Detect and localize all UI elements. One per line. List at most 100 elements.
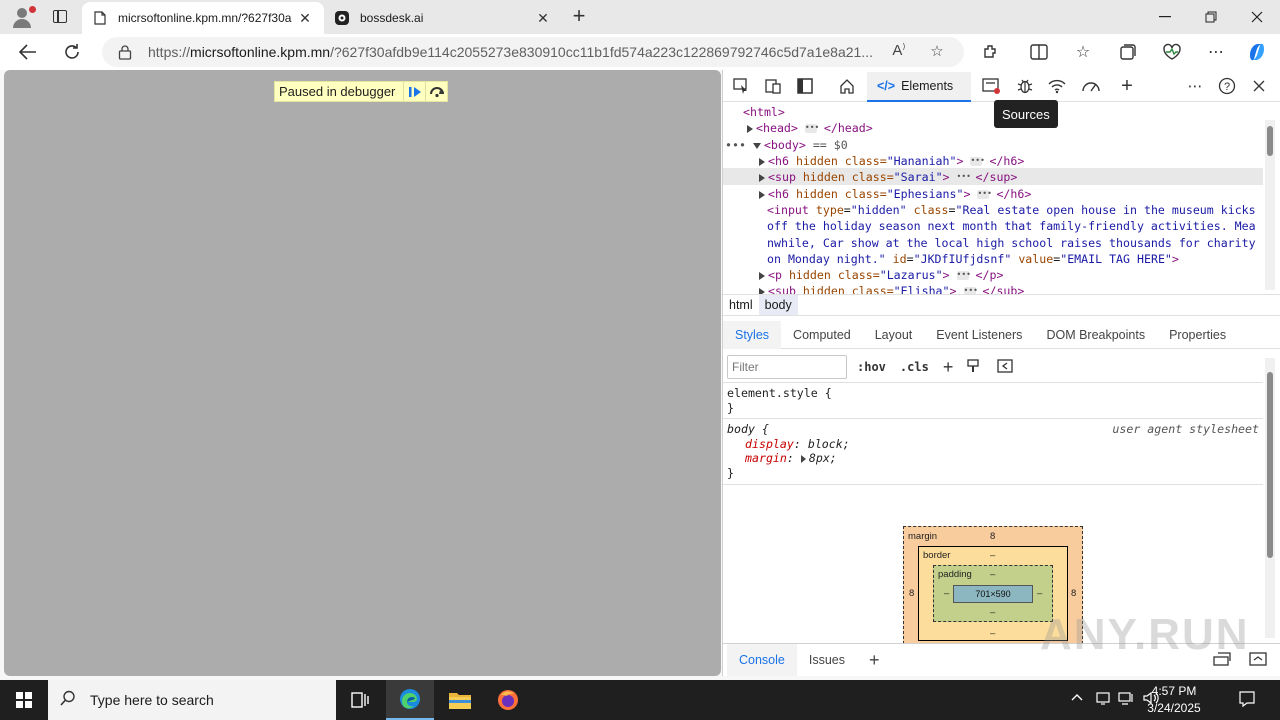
tab-styles[interactable]: Styles xyxy=(723,320,782,349)
search-icon xyxy=(60,690,76,711)
taskbar-search-input[interactable]: Type here to search xyxy=(48,680,336,720)
styles-filter-input[interactable]: Filter xyxy=(727,355,847,379)
ellipsis-icon[interactable]: ••• xyxy=(804,124,819,133)
expand-arrow-icon[interactable] xyxy=(747,124,753,133)
dom-tree[interactable]: <html> <head> ••• </head> ••• <body> == … xyxy=(723,104,1263,294)
favorites-icon[interactable]: ☆ xyxy=(1070,40,1096,64)
devtools-more-icon[interactable]: ⋯ xyxy=(1183,75,1207,97)
start-button[interactable] xyxy=(0,680,48,720)
dom-node[interactable]: <sub hidden class="Elisha"> ••• </sub> xyxy=(759,283,1024,294)
dom-node-html[interactable]: <html> xyxy=(743,104,785,120)
dom-node-input-cont: on Monday night." id="JKDfIUfjdsnf" valu… xyxy=(767,252,1179,266)
task-view-icon[interactable] xyxy=(336,680,384,720)
browser-tab[interactable]: bossdesk.ai ✕ xyxy=(324,2,562,34)
dom-node[interactable]: <h6 hidden class="Hananiah"> ••• </h6> xyxy=(759,153,1024,169)
box-model-padding[interactable]: padding – – – – 701×590 xyxy=(933,565,1053,622)
element-style-rule[interactable]: element.style { } xyxy=(723,382,1263,418)
dom-scroll-thumb[interactable] xyxy=(1267,126,1273,156)
styles-filter-row: Filter :hov .cls + xyxy=(723,353,1263,381)
anyrun-watermark: ANY.RUN xyxy=(1040,610,1250,659)
cls-button[interactable]: .cls xyxy=(900,360,929,374)
close-drawer-icon[interactable] xyxy=(1249,652,1267,669)
favorite-star-icon[interactable]: ☆ xyxy=(926,42,948,62)
tab-actions-icon[interactable] xyxy=(48,6,72,28)
split-screen-icon[interactable] xyxy=(1026,40,1052,64)
dom-node[interactable]: <sup hidden class="Sarai"> ••• </sup> xyxy=(759,169,1017,185)
tab-dom-breakpoints[interactable]: DOM Breakpoints xyxy=(1034,321,1157,349)
dock-side-icon[interactable] xyxy=(793,75,817,97)
drawer-add-tab-icon[interactable]: + xyxy=(857,644,892,676)
styles-scroll-thumb[interactable] xyxy=(1267,372,1273,558)
system-clock[interactable]: 4:57 PM 3/24/2025 xyxy=(1136,683,1212,717)
tab-layout[interactable]: Layout xyxy=(863,321,925,349)
close-devtools-icon[interactable] xyxy=(1247,75,1271,97)
close-window-icon[interactable] xyxy=(1234,0,1280,34)
restore-icon[interactable] xyxy=(1188,0,1234,34)
bossdesk-favicon-icon xyxy=(334,10,350,26)
tab-computed[interactable]: Computed xyxy=(781,321,863,349)
close-tab-icon[interactable]: ✕ xyxy=(534,9,552,27)
debugger-paused-label: Paused in debugger xyxy=(279,84,396,99)
paint-brush-icon[interactable] xyxy=(967,358,979,376)
extensions-icon[interactable] xyxy=(978,40,1004,64)
performance-icon[interactable] xyxy=(1159,40,1185,64)
console-icon[interactable] xyxy=(979,75,1003,97)
toggle-sidebar-icon[interactable] xyxy=(997,358,1013,376)
network-icon[interactable] xyxy=(1045,75,1069,97)
more-options-icon[interactable]: ⋯ xyxy=(1203,40,1229,64)
step-over-icon[interactable] xyxy=(425,82,447,101)
file-explorer-icon[interactable] xyxy=(436,680,484,720)
close-tab-icon[interactable]: ✕ xyxy=(296,9,314,27)
minimize-icon[interactable] xyxy=(1142,0,1188,34)
address-bar[interactable]: https://micrsoftonline.kpm.mn/?627f30afd… xyxy=(102,37,964,67)
dom-node-head[interactable]: <head> ••• </head> xyxy=(747,120,873,136)
copilot-icon[interactable] xyxy=(1244,40,1270,64)
resume-icon[interactable] xyxy=(403,82,425,101)
new-style-rule-icon[interactable]: + xyxy=(943,357,954,378)
tab-elements[interactable]: </> Elements xyxy=(867,72,971,102)
profile-icon[interactable] xyxy=(8,4,36,30)
network-tray-icon[interactable] xyxy=(1118,690,1136,709)
lock-icon[interactable] xyxy=(118,44,132,60)
edge-taskbar-icon[interactable] xyxy=(386,680,434,720)
box-model-content[interactable]: 701×590 xyxy=(953,585,1033,603)
more-tools-plus-icon[interactable]: + xyxy=(1115,75,1139,97)
styles-scrollbar[interactable] xyxy=(1265,358,1275,638)
url-text[interactable]: https://micrsoftonline.kpm.mn/?627f30afd… xyxy=(148,44,888,60)
dom-node[interactable]: <h6 hidden class="Ephesians"> ••• </h6> xyxy=(759,186,1031,202)
tray-overflow-icon[interactable] xyxy=(1070,690,1084,705)
drawer-tab-console[interactable]: Console xyxy=(727,644,797,676)
dom-scrollbar[interactable] xyxy=(1265,120,1275,290)
devtools-toolbar: </> Elements + ⋯ ? xyxy=(723,70,1280,102)
breadcrumb-body[interactable]: body xyxy=(758,295,798,315)
firefox-icon[interactable] xyxy=(484,680,532,720)
new-tab-icon[interactable]: + xyxy=(566,5,592,29)
security-tray-icon[interactable] xyxy=(1095,690,1111,709)
page-viewport[interactable]: Paused in debugger xyxy=(4,70,721,676)
performance-gauge-icon[interactable] xyxy=(1079,75,1103,97)
dom-node[interactable]: <p hidden class="Lazarus"> ••• </p> xyxy=(759,267,1003,283)
welcome-home-icon[interactable] xyxy=(835,75,859,97)
dom-node-input[interactable]: <input type="hidden" class="Real estate … xyxy=(767,202,1256,218)
tab-event-listeners[interactable]: Event Listeners xyxy=(924,321,1034,349)
drawer-tab-issues[interactable]: Issues xyxy=(797,644,857,676)
tab-title: micrsoftonline.kpm.mn/?627f30a xyxy=(118,11,292,25)
help-icon[interactable]: ? xyxy=(1215,75,1239,97)
collapse-arrow-icon[interactable] xyxy=(752,142,761,149)
inspect-element-icon[interactable] xyxy=(729,75,753,97)
device-emulation-icon[interactable] xyxy=(761,75,785,97)
back-icon[interactable] xyxy=(14,38,42,66)
tab-properties[interactable]: Properties xyxy=(1157,321,1238,349)
hov-button[interactable]: :hov xyxy=(857,360,886,374)
refresh-icon[interactable] xyxy=(58,38,86,66)
dom-node-body[interactable]: ••• <body> == $0 xyxy=(725,137,848,153)
css-property-display[interactable]: display: block; xyxy=(727,437,1259,452)
sources-bug-icon[interactable] xyxy=(1013,75,1037,97)
body-style-rule[interactable]: user agent stylesheet body { display: blo… xyxy=(723,418,1263,483)
collections-icon[interactable] xyxy=(1115,40,1141,64)
breadcrumb-html[interactable]: html xyxy=(723,295,759,315)
browser-tab-active[interactable]: micrsoftonline.kpm.mn/?627f30a ✕ xyxy=(82,2,324,34)
notifications-icon[interactable] xyxy=(1238,690,1256,711)
css-property-margin[interactable]: margin: 8px; xyxy=(727,451,1259,466)
read-aloud-icon[interactable]: A⟩ xyxy=(888,42,910,62)
